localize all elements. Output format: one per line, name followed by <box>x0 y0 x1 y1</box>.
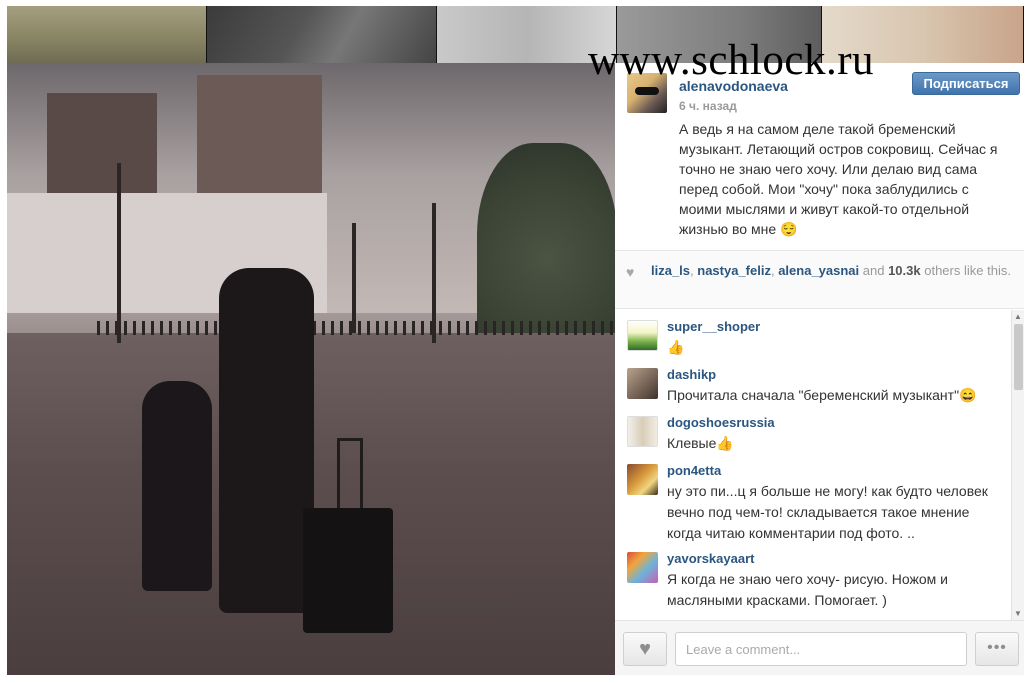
photo-street-lamp <box>432 203 436 343</box>
photo-street-lamp <box>117 163 121 343</box>
background-thumbnail <box>7 6 207 63</box>
comment-item: pon4etta ну это пи...ц я больше не могу!… <box>615 454 1010 542</box>
comment-username[interactable]: yavorskayaart <box>667 551 754 566</box>
commenter-avatar[interactable] <box>627 368 658 399</box>
comment-text: Прочитала сначала "беременский музыкант"… <box>667 387 977 403</box>
post-header: alenavodonaeva 6 ч. назад Подписаться А … <box>615 63 1024 250</box>
commenter-avatar[interactable] <box>627 416 658 447</box>
scroll-down-arrow-icon[interactable]: ▼ <box>1014 609 1022 618</box>
post-photo[interactable] <box>7 63 615 675</box>
comment-item: yavorskayaart Я когда не знаю чего хочу-… <box>615 542 1010 610</box>
watermark: www.schlock.ru <box>588 37 875 84</box>
post-timestamp[interactable]: 6 ч. назад <box>679 99 737 113</box>
liker-link[interactable]: liza_ls <box>651 263 690 278</box>
photo-fence <box>97 321 615 335</box>
comments-list[interactable]: super__shoper 👍 dashikp Прочитала сначал… <box>615 310 1010 620</box>
comment-input[interactable] <box>675 632 967 666</box>
more-options-button[interactable]: ••• <box>975 632 1019 666</box>
photo-street-lamp <box>352 223 356 333</box>
post-caption: А ведь я на самом деле такой бременский … <box>679 121 998 237</box>
comment-text: Я когда не знаю чего хочу- рисую. Ножом … <box>667 571 948 608</box>
comment-text: ну это пи...ц я больше не могу! как будт… <box>667 483 988 541</box>
comment-username[interactable]: super__shoper <box>667 319 760 334</box>
post-side-panel: alenavodonaeva 6 ч. назад Подписаться А … <box>615 63 1024 675</box>
avatar-sunglasses <box>635 87 659 95</box>
scrollbar-thumb[interactable] <box>1014 324 1023 390</box>
comment-text: 👍 <box>667 339 685 355</box>
likes-bar: ♥ liza_ls, nastya_feliz, alena_yasnai an… <box>615 250 1024 309</box>
commenter-avatar[interactable] <box>627 320 658 351</box>
photo-child-figure <box>142 381 212 591</box>
comment-footer: ♥ ••• <box>615 620 1024 675</box>
likes-summary: liza_ls, nastya_feliz, alena_yasnai and … <box>651 263 1013 279</box>
photo-woman-figure <box>219 268 314 613</box>
follow-button[interactable]: Подписаться <box>912 72 1020 95</box>
comment-item: dashikp Прочитала сначала "беременский м… <box>615 358 1010 406</box>
liker-link[interactable]: alena_yasnai <box>778 263 859 278</box>
ellipsis-icon: ••• <box>987 639 1007 656</box>
scroll-up-arrow-icon[interactable]: ▲ <box>1014 312 1022 321</box>
comment-item: super__shoper 👍 <box>615 310 1010 358</box>
comment-item: dogoshoesrussia Клевые👍 <box>615 406 1010 454</box>
comment-text: Клевые👍 <box>667 435 734 451</box>
background-thumbnail <box>207 6 437 63</box>
like-button[interactable]: ♥ <box>623 632 667 666</box>
liker-link[interactable]: nastya_feliz <box>697 263 771 278</box>
comments-scrollbar[interactable]: ▲ ▼ <box>1011 310 1024 620</box>
likes-suffix: others like this. <box>920 263 1011 278</box>
comment-username[interactable]: dashikp <box>667 367 716 382</box>
commenter-avatar[interactable] <box>627 552 658 583</box>
heart-icon: ♥ <box>626 264 635 280</box>
likes-and: and <box>859 263 889 278</box>
photo-suitcase-handle <box>337 438 363 510</box>
commenter-avatar[interactable] <box>627 464 658 495</box>
likes-count[interactable]: 10.3k <box>888 263 921 278</box>
heart-icon: ♥ <box>639 638 651 660</box>
comment-username[interactable]: dogoshoesrussia <box>667 415 775 430</box>
comment-username[interactable]: pon4etta <box>667 463 721 478</box>
photo-suitcase <box>303 508 393 633</box>
